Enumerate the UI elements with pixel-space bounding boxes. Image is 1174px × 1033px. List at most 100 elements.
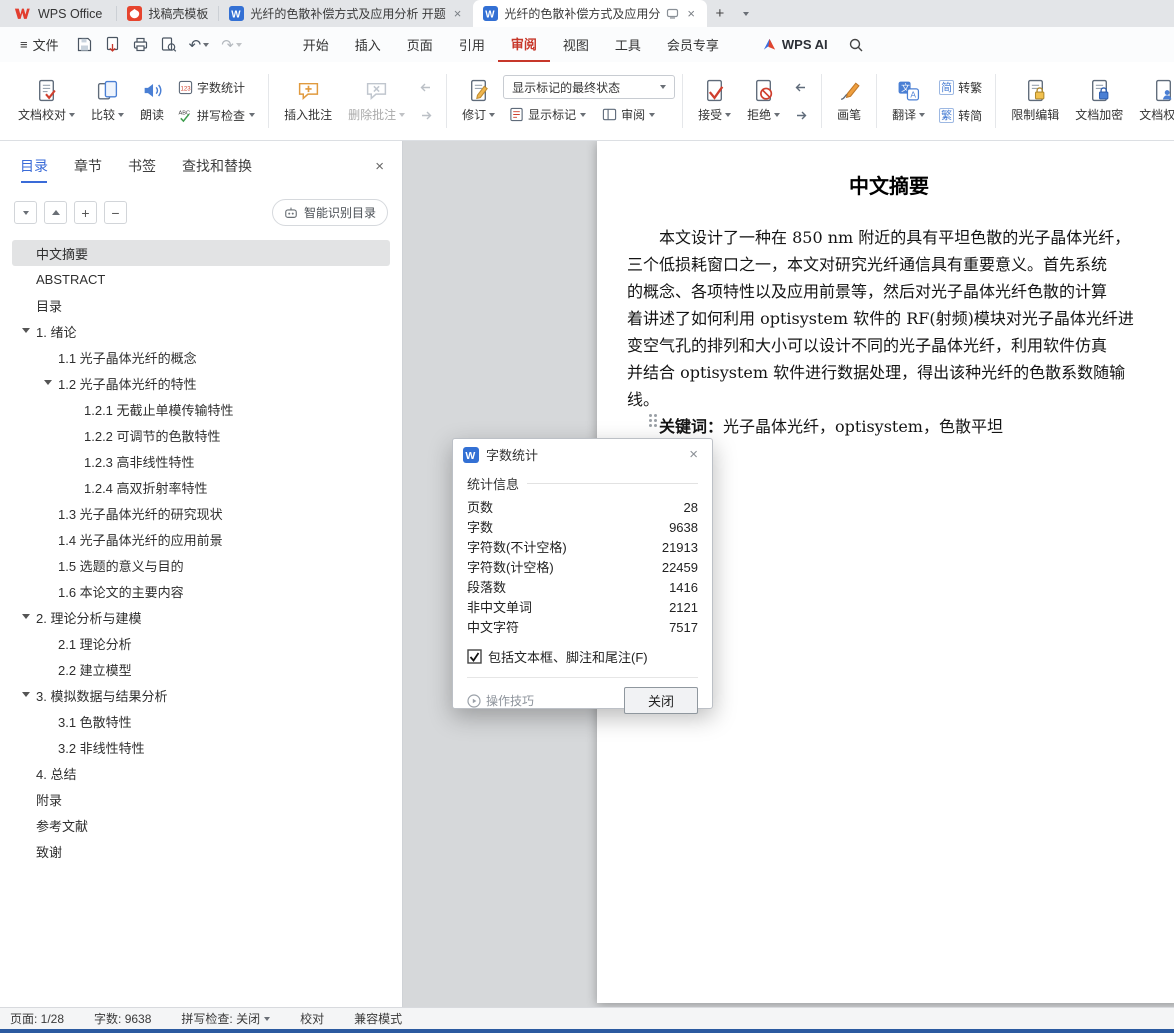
toc-item[interactable]: 1.2.4 高双折射率特性 <box>0 474 402 500</box>
toc-item[interactable]: 1.3 光子晶体光纤的研究现状 <box>0 500 402 526</box>
new-tab-button[interactable]: + <box>707 0 733 27</box>
panel-close-icon[interactable]: × <box>375 158 384 175</box>
expand-all-button[interactable] <box>14 201 37 224</box>
redo-button[interactable]: ↷ <box>215 27 248 62</box>
toc-item[interactable]: 3. 模拟数据与结果分析 <box>0 682 402 708</box>
accept-button[interactable]: 接受 <box>690 74 739 128</box>
collapse-arrow-icon[interactable] <box>22 614 30 619</box>
zoom-in-level-button[interactable]: + <box>74 201 97 224</box>
tab-home[interactable]: 开始 <box>290 27 342 62</box>
svg-text:W: W <box>486 9 496 20</box>
toc-item[interactable]: 附录 <box>0 786 402 812</box>
toc-item[interactable]: 3.2 非线性特性 <box>0 734 402 760</box>
compare-button[interactable]: 比较 <box>83 74 132 128</box>
tab-document-1[interactable]: W 光纤的色散补偿方式及应用分析 开题 × <box>219 0 473 27</box>
toc-item[interactable]: 2.2 建立模型 <box>0 656 402 682</box>
collapse-arrow-icon[interactable] <box>22 328 30 333</box>
prev-comment-button[interactable] <box>413 75 439 100</box>
next-change-button[interactable] <box>788 103 814 128</box>
dialog-close-icon[interactable]: × <box>685 444 702 465</box>
undo-button[interactable]: ↶ <box>183 27 216 62</box>
next-comment-button[interactable] <box>413 103 439 128</box>
toc-item[interactable]: 4. 总结 <box>0 760 402 786</box>
tab-member[interactable]: 会员专享 <box>654 27 732 62</box>
toc-item[interactable]: 中文摘要 <box>0 240 402 266</box>
read-aloud-button[interactable]: 朗读 <box>132 74 172 128</box>
pen-button[interactable]: 画笔 <box>829 74 869 128</box>
toc-item[interactable]: 1.2 光子晶体光纤的特性 <box>0 370 402 396</box>
toc-item[interactable]: ABSTRACT <box>0 266 402 292</box>
toc-item[interactable]: 3.1 色散特性 <box>0 708 402 734</box>
tab-close-icon[interactable]: × <box>452 5 464 22</box>
status-proofread-button[interactable]: 校对 <box>300 1010 324 1027</box>
wps-home-button[interactable]: WPS Office <box>0 0 116 27</box>
insert-comment-button[interactable]: 插入批注 <box>276 74 340 128</box>
toc-item[interactable]: 2. 理论分析与建模 <box>0 604 402 630</box>
word-count-button[interactable]: 123 字数统计 <box>172 75 261 100</box>
toc-item[interactable]: 1.2.3 高非线性特性 <box>0 448 402 474</box>
spell-check-button[interactable]: ABC 拼写检查 <box>172 103 261 128</box>
save-button[interactable] <box>71 27 99 62</box>
status-word-count[interactable]: 字数: 9638 <box>94 1010 151 1027</box>
collapse-arrow-icon[interactable] <box>22 692 30 697</box>
toc-item[interactable]: 2.1 理论分析 <box>0 630 402 656</box>
tab-review[interactable]: 审阅 <box>497 27 550 62</box>
print-preview-button[interactable] <box>155 27 183 62</box>
tab-docer-template[interactable]: 找稿壳模板 <box>117 0 218 27</box>
zoom-out-level-button[interactable]: − <box>104 201 127 224</box>
markup-state-select[interactable]: 显示标记的最终状态 <box>503 75 676 99</box>
toc-item[interactable]: 致谢 <box>0 838 402 864</box>
paragraph-drag-handle-icon[interactable] <box>649 414 657 427</box>
panel-tab-chapters[interactable]: 章节 <box>74 156 102 176</box>
doc-proof-button[interactable]: 文档校对 <box>10 74 83 128</box>
include-textbox-checkbox[interactable]: 包括文本框、脚注和尾注(F) <box>467 647 698 666</box>
toc-item[interactable]: 1.5 选题的意义与目的 <box>0 552 402 578</box>
panel-tab-bookmarks[interactable]: 书签 <box>128 156 156 176</box>
show-markup-button[interactable]: 显示标记 <box>503 102 592 127</box>
status-spellcheck-toggle[interactable]: 拼写检查: 关闭 <box>181 1010 271 1027</box>
dialog-close-button[interactable]: 关闭 <box>624 687 698 714</box>
toc-item[interactable]: 1.1 光子晶体光纤的概念 <box>0 344 402 370</box>
search-button[interactable] <box>840 27 872 62</box>
tab-document-2-active[interactable]: W 光纤的色散补偿方式及应用分 × <box>473 0 707 27</box>
to-traditional-button[interactable]: 简 转繁 <box>933 75 988 100</box>
toc-item[interactable]: 1. 绪论 <box>0 318 402 344</box>
doc-encrypt-button[interactable]: 文档加密 <box>1067 74 1131 128</box>
tips-link[interactable]: 操作技巧 <box>467 692 534 709</box>
translate-button[interactable]: 文A 翻译 <box>884 74 933 128</box>
toc-item[interactable]: 1.2.1 无截止单模传输特性 <box>0 396 402 422</box>
panel-tab-find-replace[interactable]: 查找和替换 <box>182 156 252 176</box>
tab-reference[interactable]: 引用 <box>446 27 498 62</box>
wps-ai-button[interactable]: WPS AI <box>750 27 840 62</box>
smart-toc-button[interactable]: 智能识别目录 <box>271 199 388 226</box>
doc-permission-button[interactable]: 文档权限 <box>1131 74 1174 128</box>
toc-item[interactable]: 参考文献 <box>0 812 402 838</box>
stat-label: 非中文单词 <box>467 600 533 615</box>
tab-tools[interactable]: 工具 <box>602 27 654 62</box>
tab-page[interactable]: 页面 <box>394 27 446 62</box>
file-menu-button[interactable]: ≡ 文件 <box>8 27 71 62</box>
delete-comment-button[interactable]: 删除批注 <box>340 74 413 128</box>
prev-change-button[interactable] <box>788 75 814 100</box>
toc-item[interactable]: 1.6 本论文的主要内容 <box>0 578 402 604</box>
tab-list-dropdown[interactable] <box>733 0 759 27</box>
review-pane-button[interactable]: 审阅 <box>596 102 661 127</box>
toc-item[interactable]: 目录 <box>0 292 402 318</box>
restrict-edit-button[interactable]: 限制编辑 <box>1003 74 1067 128</box>
tab-close-icon[interactable]: × <box>685 5 697 22</box>
print-button[interactable] <box>127 27 155 62</box>
collapse-all-button[interactable] <box>44 201 67 224</box>
to-simplified-button[interactable]: 繁 转简 <box>933 103 988 128</box>
toc-item[interactable]: 1.2.2 可调节的色散特性 <box>0 422 402 448</box>
reject-button[interactable]: 拒绝 <box>739 74 788 128</box>
dialog-titlebar[interactable]: W 字数统计 × <box>453 439 712 470</box>
collapse-arrow-icon[interactable] <box>44 380 52 385</box>
status-page-indicator[interactable]: 页面: 1/28 <box>10 1010 64 1027</box>
panel-tab-contents[interactable]: 目录 <box>20 156 48 183</box>
track-changes-button[interactable]: 修订 <box>454 74 503 128</box>
tab-view[interactable]: 视图 <box>550 27 602 62</box>
tab-insert[interactable]: 插入 <box>342 27 394 62</box>
toc-item[interactable]: 1.4 光子晶体光纤的应用前景 <box>0 526 402 552</box>
export-pdf-button[interactable] <box>99 27 127 62</box>
panel-tabs: 目录 章节 书签 查找和替换 × <box>0 141 402 185</box>
